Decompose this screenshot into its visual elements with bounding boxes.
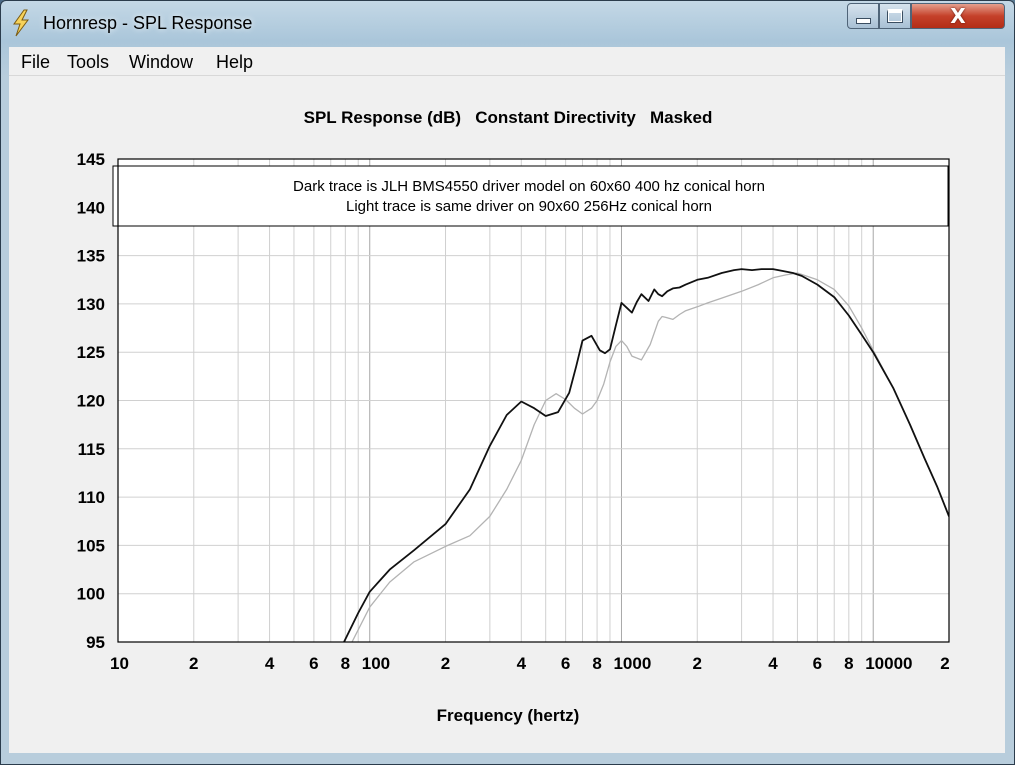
minimize-button[interactable]: [847, 3, 879, 29]
x-tick-label: 1000: [613, 654, 651, 673]
close-icon: X: [950, 4, 966, 28]
annotation-text: Dark trace is JLH BMS4550 driver model o…: [293, 178, 765, 195]
close-button[interactable]: X: [911, 3, 1005, 29]
x-tick-label: 4: [517, 654, 527, 673]
y-tick-label: 120: [77, 392, 105, 411]
x-axis-label: Frequency (hertz): [437, 706, 580, 725]
y-tick-label: 110: [78, 488, 105, 507]
x-tick-label: 6: [561, 654, 570, 673]
y-tick-label: 125: [77, 343, 105, 362]
y-tick-label: 95: [86, 633, 105, 652]
lightning-bolt-icon: [13, 9, 29, 37]
x-tick-label: 6: [813, 654, 822, 673]
x-tick-label: 8: [341, 654, 350, 673]
menu-help[interactable]: Help: [216, 52, 253, 73]
menu-file[interactable]: File: [21, 52, 50, 73]
x-tick-label: 6: [309, 654, 318, 673]
y-tick-label: 140: [77, 198, 105, 217]
maximize-button[interactable]: [879, 3, 911, 29]
menu-tools[interactable]: Tools: [67, 52, 109, 73]
x-tick-label: 4: [768, 654, 778, 673]
annotation-box: [112, 165, 949, 227]
x-tick-label: 4: [265, 654, 275, 673]
y-tick-label: 145: [77, 150, 105, 169]
x-tick-label: 8: [844, 654, 853, 673]
chart-title: SPL Response (dB) Constant Directivity M…: [304, 108, 713, 127]
x-tick-label: 100: [362, 654, 390, 673]
x-tick-label: 2: [441, 654, 450, 673]
x-tick-label: 8: [592, 654, 601, 673]
y-tick-label: 115: [78, 440, 105, 459]
minimize-icon: [855, 18, 871, 24]
y-tick-label: 100: [77, 585, 105, 604]
x-tick-label: 2: [940, 654, 949, 673]
app-window: Hornresp - SPL Response X File Tools Win…: [0, 0, 1015, 765]
y-tick-label: 130: [77, 295, 105, 314]
spl-response-chart: SPL Response (dB) Constant Directivity M…: [77, 108, 950, 725]
title-bar[interactable]: Hornresp - SPL Response X: [1, 1, 1014, 45]
x-tick-label: 10000: [865, 654, 912, 673]
chart-area: SPL Response (dB) Constant Directivity M…: [9, 76, 1005, 753]
window-title: Hornresp - SPL Response: [43, 13, 253, 33]
x-tick-label: 2: [189, 654, 198, 673]
y-tick-label: 135: [77, 247, 105, 266]
maximize-icon: [887, 9, 903, 23]
annotation-text: Light trace is same driver on 90x60 256H…: [346, 198, 712, 215]
menu-bar: File Tools Window Help: [9, 47, 1005, 76]
y-tick-label: 105: [77, 536, 105, 555]
menu-window[interactable]: Window: [129, 52, 193, 73]
x-tick-label: 2: [693, 654, 702, 673]
x-tick-label: 10: [110, 654, 129, 673]
